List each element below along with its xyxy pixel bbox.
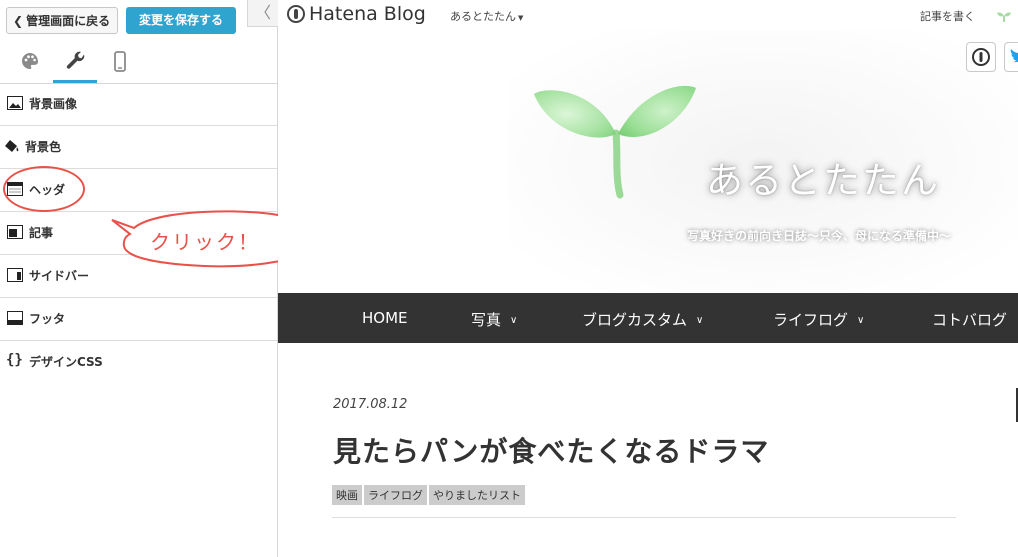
chevron-down-icon: ∨ [510,315,518,326]
menu-item-label: 背景色 [25,140,62,154]
blog-switcher-label: あるとたたん [450,10,516,23]
menu-item-design-css[interactable]: {} デザインCSS [0,341,277,383]
hatena-blog-logo[interactable]: Hatena Blog [287,3,426,25]
tab-mobile[interactable] [98,42,142,82]
tab-palette[interactable] [8,42,52,82]
divider [332,517,956,518]
sprout-icon[interactable] [996,9,1012,23]
global-navigation: HOME 写真 ∨ ブログカスタム ∨ ライフログ ∨ コトバログ [278,293,1018,343]
caret-down-icon: ▼ [518,14,524,22]
nav-item-label: 写真 [471,311,502,329]
menu-item-footer[interactable]: フッタ [0,298,277,341]
back-to-admin-label: 管理画面に戻る [26,14,111,28]
editor-tabs [0,42,277,84]
nav-item-home[interactable]: HOME [362,309,408,327]
chevron-left-icon: ❮ [13,14,24,28]
nav-item-photo[interactable]: 写真 ∨ [471,309,517,330]
blog-description: 写真好きの前向き日誌～只今、母になる準備中～ [687,229,952,243]
post-categories: 映画 ライフログ やりましたリスト [332,484,527,505]
category-tag[interactable]: 映画 [332,485,362,505]
hatena-globalheader: Hatena Blog あるとたたん ▼ 記事を書く [278,0,1018,30]
write-post-link[interactable]: 記事を書く [920,8,975,24]
wrench-icon [66,51,85,69]
twitter-bird-icon [1010,49,1018,63]
footer-layout-icon [7,311,23,325]
menu-item-label: 背景画像 [29,97,78,111]
menu-item-label: フッタ [29,312,66,326]
menu-item-background-image[interactable]: 背景画像 [0,83,277,126]
mobile-icon [114,51,126,72]
category-tag[interactable]: ライフログ [364,485,427,505]
twitter-share-button[interactable] [1004,42,1018,72]
palette-icon [22,53,38,69]
hatena-logo-text: Hatena Blog [309,3,426,25]
blog-title[interactable]: あるとたたん [706,150,940,204]
hatena-bookmark-icon [972,48,990,66]
nav-item-blog-custom[interactable]: ブログカスタム ∨ [582,309,703,330]
paint-bucket-icon [5,140,19,152]
menu-item-label: サイドバー [29,269,90,283]
design-editor-panel: ❮ 管理画面に戻る 変更を保存する 〈 背景画像 背景色 ヘッダ 記事 サイドバ… [0,0,278,557]
chevron-left-icon: 〈 [254,3,271,22]
article-layout-icon [7,225,23,239]
back-to-admin-button[interactable]: ❮ 管理画面に戻る [6,7,118,34]
menu-item-background-color[interactable]: 背景色 [0,126,277,169]
post-date[interactable]: 2017.08.12 [333,397,407,412]
braces-icon: {} [6,352,23,368]
hatena-bookmark-share-button[interactable] [966,42,996,72]
sidebar-layout-icon [7,268,23,282]
editor-toolbar: ❮ 管理画面に戻る 変更を保存する 〈 [0,0,278,42]
category-tag[interactable]: やりましたリスト [429,485,525,505]
menu-item-label: デザインCSS [29,355,103,369]
highlight-ellipse [3,166,85,212]
nav-item-label: ブログカスタム [582,311,688,329]
image-icon [7,96,23,110]
tab-wrench[interactable] [53,42,97,83]
save-changes-button[interactable]: 変更を保存する [126,7,236,34]
chevron-down-icon: ∨ [857,315,865,326]
menu-item-label: 記事 [29,226,54,240]
blog-preview: Hatena Blog あるとたたん ▼ 記事を書く あるとたたん 写真好きの前… [278,0,1018,557]
collapse-panel-button[interactable]: 〈 [247,0,278,27]
nav-item-label: コトバログ [932,311,1008,329]
blog-switcher[interactable]: あるとたたん ▼ [450,8,523,24]
post-title[interactable]: 見たらパンが食べたくなるドラマ [333,430,769,470]
callout-text: クリック！ [150,230,260,254]
nav-item-lifelog[interactable]: ライフログ ∨ [773,309,864,330]
nav-item-label: ライフログ [773,311,849,329]
hatena-mark-icon [287,5,305,23]
nav-item-kotobalog[interactable]: コトバログ [932,309,1007,330]
chevron-down-icon: ∨ [696,315,704,326]
nav-item-label: HOME [362,309,408,327]
